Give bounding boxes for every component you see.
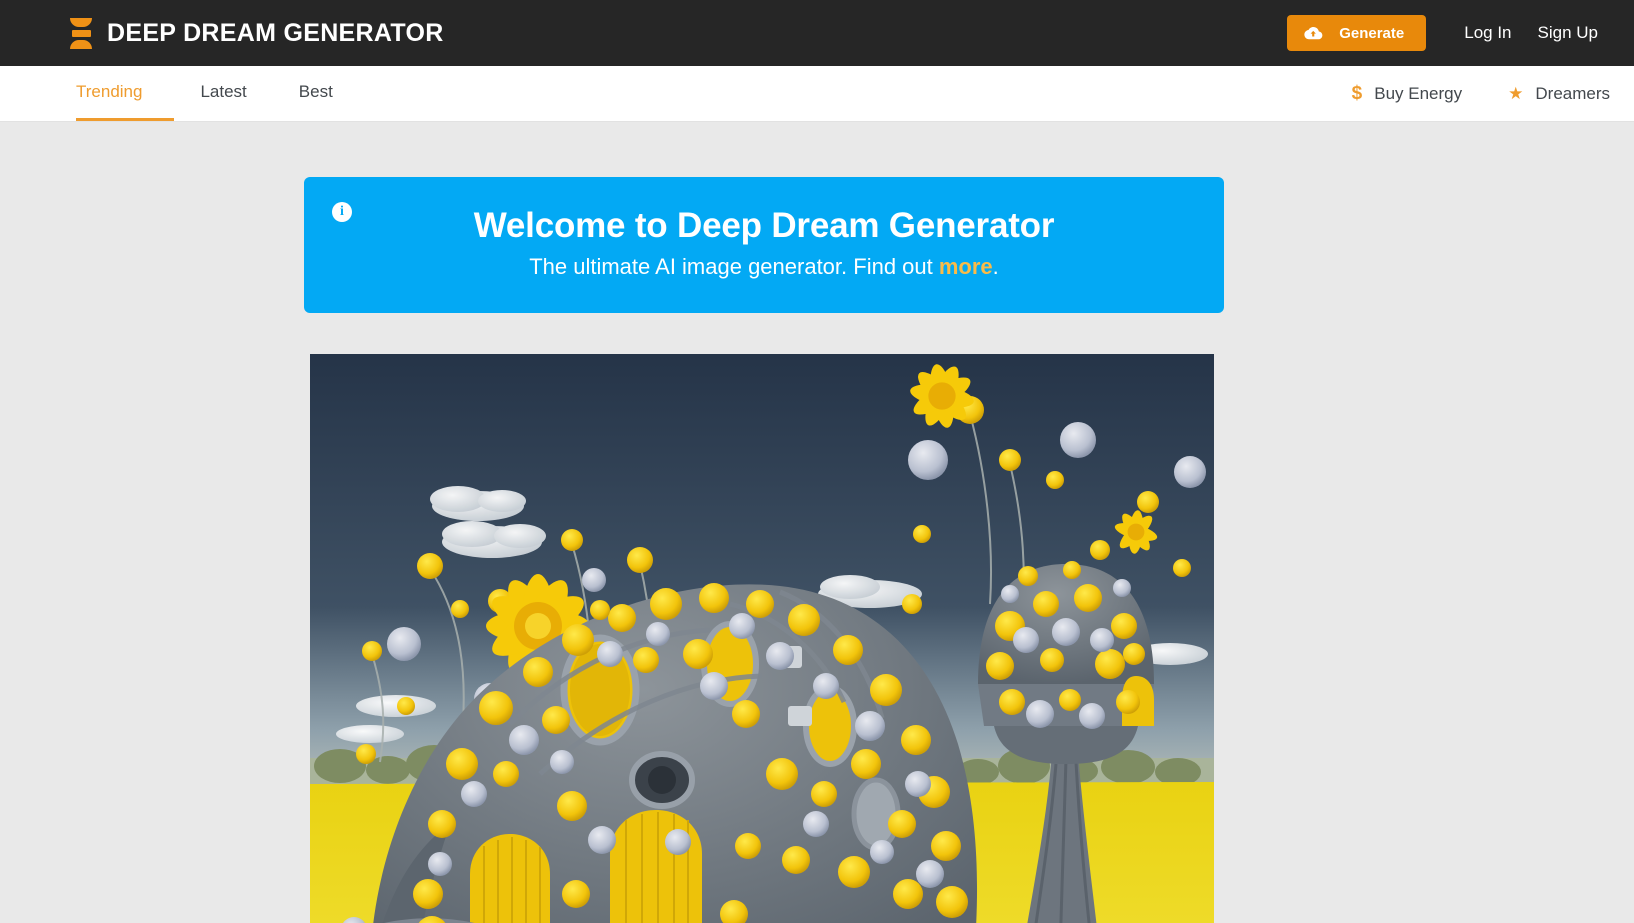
generate-button[interactable]: Generate bbox=[1287, 15, 1427, 51]
banner-subtitle: The ultimate AI image generator. Find ou… bbox=[529, 254, 999, 280]
logo-arc-bottom-shape bbox=[70, 39, 92, 49]
dollar-icon: $ bbox=[1351, 82, 1363, 104]
top-header-bar: DEEP DREAM GENERATOR Generate Log In Sig… bbox=[0, 0, 1634, 66]
tab-best[interactable]: Best bbox=[273, 66, 359, 121]
brand-title: DEEP DREAM GENERATOR bbox=[107, 18, 444, 47]
header-actions: Generate Log In Sign Up bbox=[1287, 15, 1610, 51]
star-icon: ★ bbox=[1508, 84, 1524, 103]
cloud-upload-icon bbox=[1304, 27, 1323, 40]
tab-trending[interactable]: Trending bbox=[76, 66, 175, 121]
welcome-banner: i Welcome to Deep Dream Generator The ul… bbox=[304, 177, 1224, 313]
logo-arc-top-shape bbox=[70, 17, 92, 27]
login-link[interactable]: Log In bbox=[1464, 23, 1511, 43]
ddg-logo-icon bbox=[70, 16, 92, 50]
dreamers-link[interactable]: ★ Dreamers bbox=[1508, 84, 1610, 104]
logo-bar-shape bbox=[71, 29, 91, 37]
feed-column: i Welcome to Deep Dream Generator The ul… bbox=[304, 177, 1224, 923]
feed-tabs: Trending Latest Best bbox=[76, 66, 359, 121]
nav-secondary-actions: $ Buy Energy ★ Dreamers bbox=[1352, 66, 1610, 121]
buy-energy-link[interactable]: $ Buy Energy bbox=[1352, 83, 1462, 105]
tab-latest[interactable]: Latest bbox=[174, 66, 272, 121]
banner-subtitle-text: The ultimate AI image generator. Find ou… bbox=[529, 254, 939, 279]
signup-link[interactable]: Sign Up bbox=[1538, 23, 1598, 43]
banner-subtitle-suffix: . bbox=[992, 254, 999, 279]
dreamers-label: Dreamers bbox=[1535, 83, 1610, 103]
secondary-nav-bar: Trending Latest Best $ Buy Energy ★ Drea… bbox=[0, 66, 1634, 122]
brand-logo-link[interactable]: DEEP DREAM GENERATOR bbox=[70, 16, 444, 50]
feed-artwork-image bbox=[310, 354, 1214, 923]
banner-more-link[interactable]: more bbox=[939, 254, 993, 279]
info-circle-icon: i bbox=[332, 202, 352, 222]
buy-energy-label: Buy Energy bbox=[1374, 83, 1463, 103]
generate-button-label: Generate bbox=[1339, 24, 1405, 42]
banner-title: Welcome to Deep Dream Generator bbox=[473, 206, 1055, 245]
feed-artwork-card[interactable] bbox=[310, 354, 1214, 923]
main-content-area: i Welcome to Deep Dream Generator The ul… bbox=[0, 122, 1634, 923]
